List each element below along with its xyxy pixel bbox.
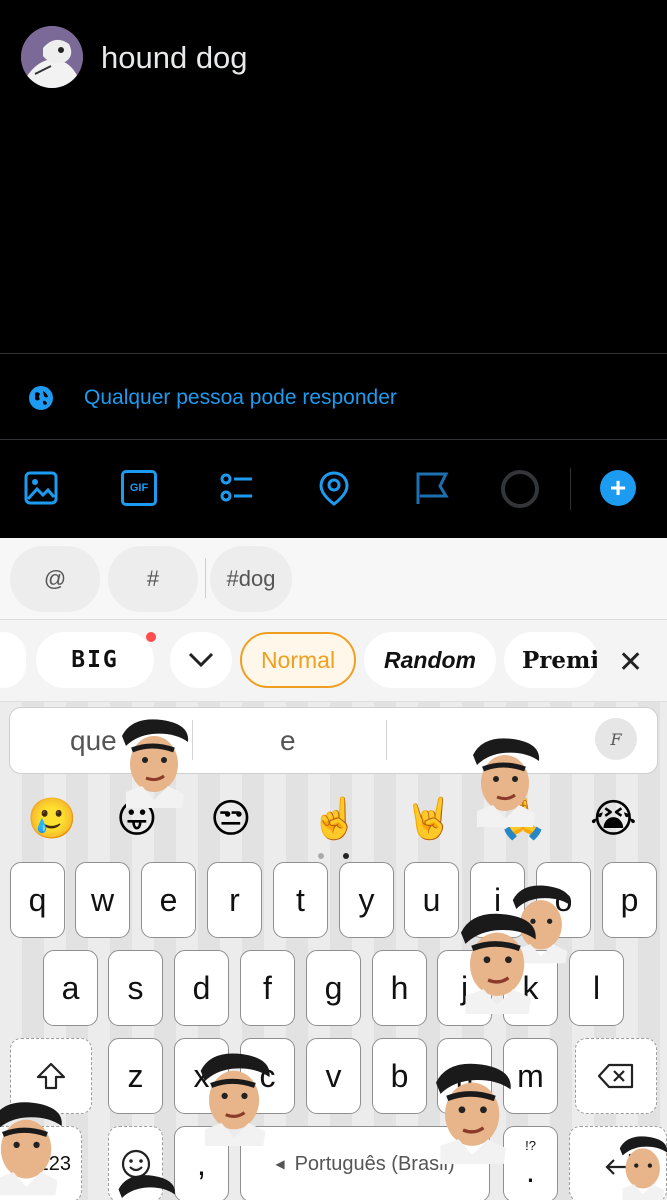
sticker-icon: [200, 1053, 270, 1146]
key-t[interactable]: t: [273, 862, 328, 938]
page-indicator-dot-active: [343, 853, 349, 859]
hashtag-suggestion[interactable]: #dog: [210, 546, 292, 612]
prediction-left[interactable]: que: [70, 725, 117, 757]
gif-icon[interactable]: GIF: [121, 470, 157, 506]
chevron-down-icon[interactable]: [170, 632, 232, 688]
key-r[interactable]: r: [207, 862, 262, 938]
key-a[interactable]: a: [43, 950, 98, 1026]
punct-hint: !?: [525, 1137, 536, 1153]
period-label: .: [526, 1152, 535, 1189]
key-p[interactable]: p: [602, 862, 657, 938]
emoji-suggestion[interactable]: ☝️: [310, 795, 360, 843]
key-d[interactable]: d: [174, 950, 229, 1026]
notification-dot: [146, 632, 156, 642]
reply-setting-label[interactable]: Qualquer pessoa pode responder: [84, 386, 397, 410]
page-indicator-dot: [318, 853, 324, 859]
random-style-pill[interactable]: Random: [364, 632, 496, 688]
emoji-suggestion[interactable]: 🤘: [404, 795, 454, 843]
key-f[interactable]: f: [240, 950, 295, 1026]
compose-area: hound dog: [0, 0, 667, 353]
emoji-suggestion[interactable]: 😒: [210, 795, 252, 843]
hash-suggestion[interactable]: #: [108, 546, 198, 612]
sticker-icon: [122, 719, 189, 808]
character-progress-ring: [501, 470, 539, 508]
close-icon[interactable]: ✕: [618, 645, 643, 680]
divider: [0, 439, 667, 440]
add-tweet-button[interactable]: +: [600, 470, 636, 506]
key-g[interactable]: g: [306, 950, 361, 1026]
emoji-suggestion[interactable]: 🥲: [27, 795, 77, 843]
sticker-icon: [619, 1136, 667, 1200]
backspace-icon: [597, 1063, 634, 1089]
globe-icon: [29, 386, 53, 410]
key-z[interactable]: z: [108, 1038, 163, 1114]
avatar[interactable]: [21, 26, 83, 88]
sticker-icon: [118, 1175, 175, 1198]
toolbar-separator: [570, 468, 571, 510]
sticker-icon: [473, 738, 540, 827]
key-q[interactable]: q: [10, 862, 65, 938]
suggestion-separator: [205, 558, 206, 598]
image-icon[interactable]: [23, 470, 59, 506]
sticker-icon: [460, 913, 536, 1014]
key-l[interactable]: l: [569, 950, 624, 1026]
key-b[interactable]: b: [372, 1038, 427, 1114]
key-w[interactable]: w: [75, 862, 130, 938]
prediction-middle[interactable]: e: [280, 725, 296, 757]
key-e[interactable]: e: [141, 862, 196, 938]
sticker-icon: [435, 1063, 511, 1164]
flag-icon[interactable]: [414, 470, 450, 506]
prediction-separator: [386, 720, 387, 760]
big-style-pill[interactable]: BIG: [36, 632, 154, 688]
backspace-key[interactable]: [575, 1038, 657, 1114]
emoji-suggestion[interactable]: 😭: [590, 795, 637, 843]
premium-style-pill[interactable]: Premiu: [504, 632, 598, 688]
key-y[interactable]: y: [339, 862, 394, 938]
sticker-icon: [0, 1102, 62, 1196]
tweet-text-input[interactable]: hound dog: [101, 40, 248, 76]
screen: hound dog Qualquer pessoa pode responder…: [0, 0, 667, 1200]
location-icon[interactable]: [316, 470, 352, 506]
normal-style-pill[interactable]: Normal: [240, 632, 356, 688]
at-suggestion[interactable]: @: [10, 546, 100, 612]
font-badge-icon[interactable]: F: [595, 718, 637, 760]
shift-icon: [36, 1062, 66, 1090]
poll-icon[interactable]: [218, 470, 254, 506]
suggestion-bar: [0, 538, 667, 620]
key-s[interactable]: s: [108, 950, 163, 1026]
key-h[interactable]: h: [372, 950, 427, 1026]
chevron-left-icon: ◀: [275, 1157, 285, 1171]
key-v[interactable]: v: [306, 1038, 361, 1114]
